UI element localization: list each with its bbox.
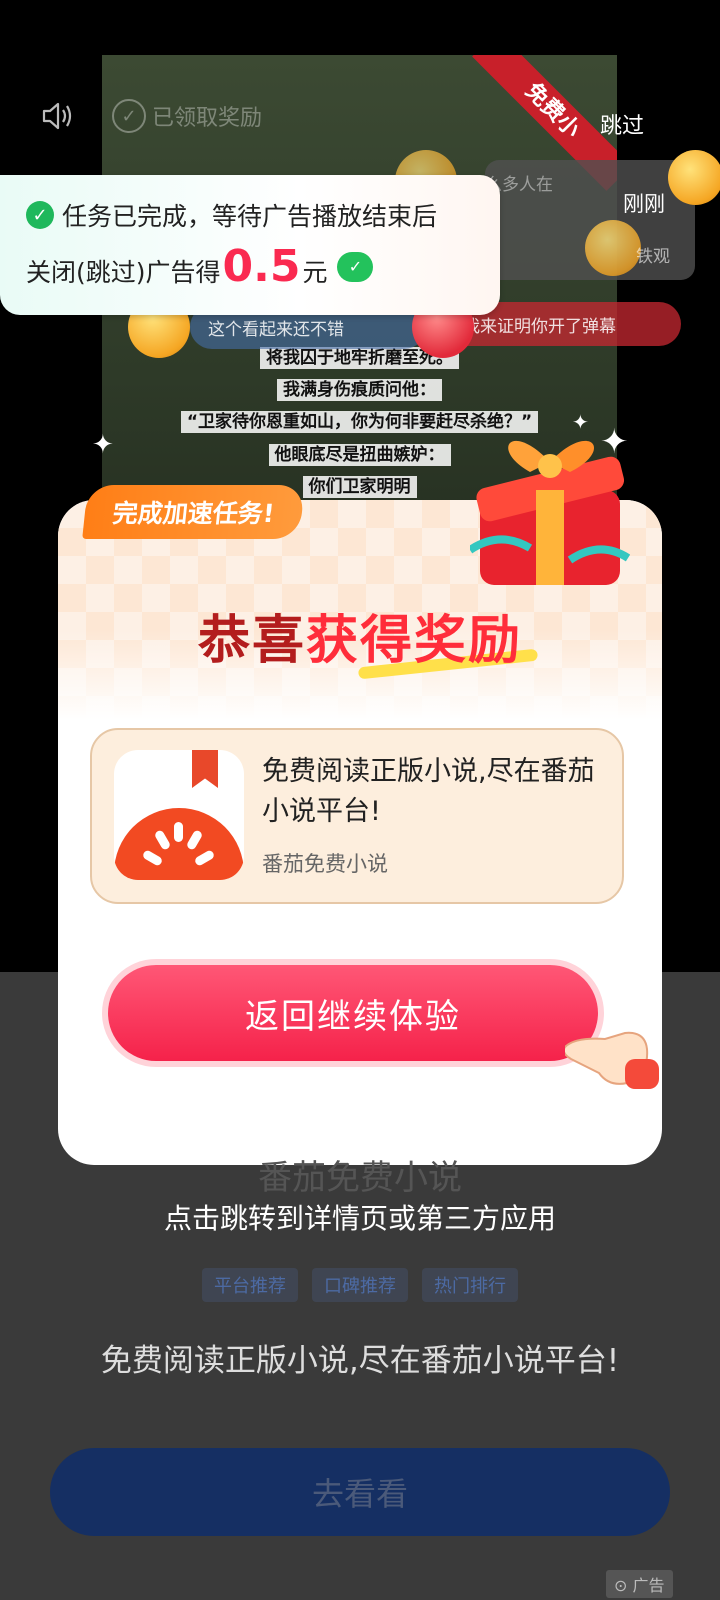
task-badge: 完成加速任务! xyxy=(82,485,306,539)
ad-title: 番茄免费小说 xyxy=(258,1158,462,1198)
gift-box-icon xyxy=(470,440,630,585)
task-complete-toast: ✓ 任务已完成，等待广告播放结束后 关闭(跳过)广告得 0.5 元 ✓ xyxy=(0,175,500,315)
modal-title: 恭喜获得奖励 xyxy=(197,611,523,671)
pointing-hand-icon xyxy=(565,1031,659,1089)
reward-amount: 0.5 xyxy=(222,241,301,292)
ad-description: 免费阅读正版小说,尽在番茄小说平台! xyxy=(100,1343,620,1379)
ad-tag: 平台推荐 xyxy=(202,1268,298,1302)
skip-button[interactable]: 跳过 xyxy=(600,108,644,140)
volume-icon[interactable] xyxy=(40,98,76,134)
check-circle-icon: ✓ xyxy=(112,99,146,133)
return-continue-button[interactable]: 返回继续体验 xyxy=(108,965,598,1061)
app-name: 番茄免费小说 xyxy=(262,852,388,876)
toast-line2-prefix: 关闭(跳过)广告得 xyxy=(26,258,221,287)
reward-unit: 元 xyxy=(302,258,328,287)
app-description: 免费阅读正版小说,尽在番茄小说平台! xyxy=(262,756,595,827)
emoji-sticker xyxy=(668,150,720,205)
wechat-pay-icon: ✓ xyxy=(337,251,374,282)
toast-line1: 任务已完成，等待广告播放结束后 xyxy=(62,202,438,231)
jump-hint: 点击跳转到详情页或第三方应用 xyxy=(163,1202,556,1235)
reward-claimed-label: 已领取奖励 xyxy=(152,106,263,131)
reward-claimed-indicator: ✓ 已领取奖励 xyxy=(112,98,262,134)
ad-tag: 口碑推荐 xyxy=(312,1268,408,1302)
sparkle-icon: ✦ xyxy=(92,430,114,460)
app-card[interactable]: 免费阅读正版小说,尽在番茄小说平台! 番茄免费小说 xyxy=(90,728,624,904)
ad-tag: 热门排行 xyxy=(422,1268,518,1302)
notice-time: 刚刚 xyxy=(623,192,665,216)
danmu-bubble: 铁观 xyxy=(636,246,670,267)
go-see-button[interactable]: 去看看 xyxy=(50,1448,670,1536)
tomato-novel-app-icon xyxy=(114,750,244,880)
video-subtitle-line: 我满身伤痕质问他： xyxy=(102,375,617,401)
ad-label: ⊙ 广告 xyxy=(606,1570,673,1598)
ad-tags: 平台推荐 口碑推荐 热门排行 xyxy=(0,1268,720,1302)
check-icon: ✓ xyxy=(26,201,54,229)
